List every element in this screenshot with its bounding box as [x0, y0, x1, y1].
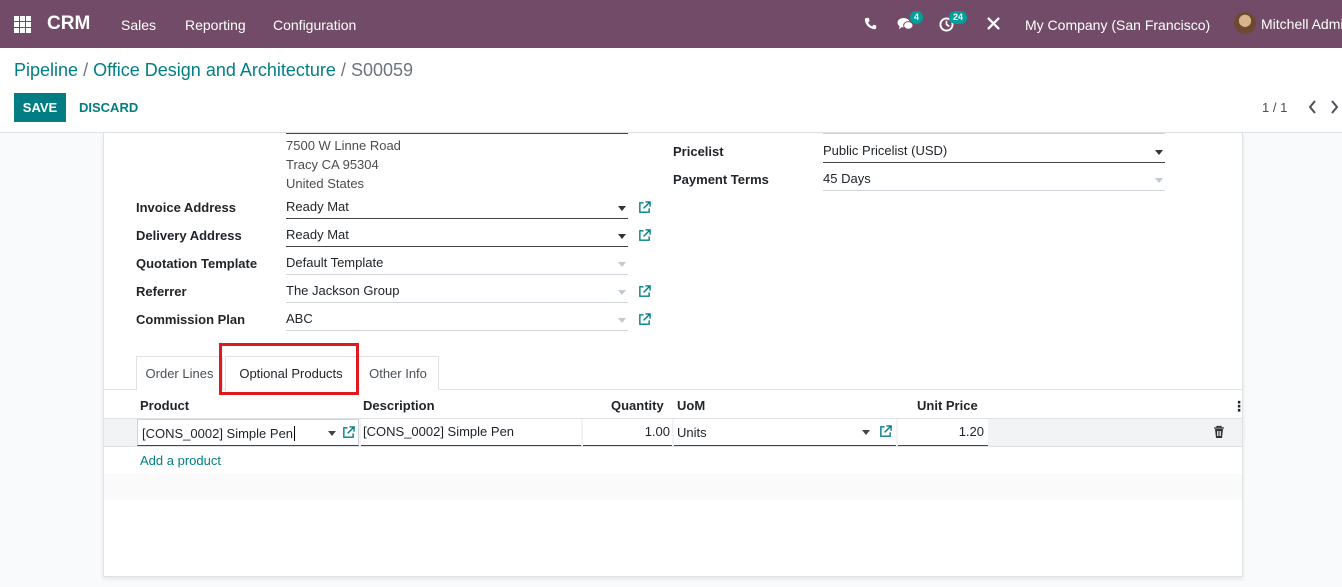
breadcrumb-opportunity[interactable]: Office Design and Architecture: [93, 60, 336, 80]
discard-button[interactable]: DISCARD: [79, 93, 138, 122]
chevron-down-icon[interactable]: [862, 430, 870, 435]
payment-terms-field[interactable]: 45 Days: [823, 169, 1165, 191]
breadcrumb-current: S00059: [350, 60, 414, 80]
description-value: [CONS_0002] Simple Pen: [363, 424, 515, 439]
external-link-icon[interactable]: [638, 313, 651, 326]
top-navbar: CRM Sales Reporting Configuration 4 24 M…: [0, 0, 1342, 48]
column-product[interactable]: Product: [140, 398, 189, 413]
column-options-icon[interactable]: ⋮: [1232, 398, 1246, 415]
invoice-address-label: Invoice Address: [136, 200, 236, 215]
trash-icon[interactable]: [1212, 425, 1226, 439]
referrer-field[interactable]: The Jackson Group: [286, 281, 628, 303]
table-footer: [104, 474, 1242, 500]
uom-input[interactable]: Units: [674, 419, 896, 446]
address-line: Tracy CA 95304: [286, 157, 379, 172]
chevron-down-icon[interactable]: [1155, 150, 1163, 155]
quantity-value: 1.00: [644, 424, 670, 439]
referrer-value: The Jackson Group: [286, 283, 400, 298]
control-panel: Pipeline / Office Design and Architectur…: [0, 48, 1342, 133]
menu-configuration[interactable]: Configuration: [273, 17, 356, 33]
column-uom[interactable]: UoM: [677, 398, 705, 413]
column-description[interactable]: Description: [363, 398, 435, 413]
column-quantity[interactable]: Quantity: [611, 398, 664, 413]
referrer-label: Referrer: [136, 284, 187, 299]
quotation-template-field[interactable]: Default Template: [286, 253, 628, 275]
quantity-input[interactable]: 1.00: [583, 419, 672, 446]
pricelist-field[interactable]: Public Pricelist (USD): [823, 141, 1165, 163]
unit-price-input[interactable]: 1.20: [898, 419, 988, 446]
delivery-address-label: Delivery Address: [136, 228, 242, 243]
invoice-address-field[interactable]: Ready Mat: [286, 197, 628, 219]
right-field-underline: [823, 133, 1165, 134]
external-link-icon[interactable]: [638, 201, 651, 214]
debug-tools-icon[interactable]: [987, 17, 1000, 30]
table-row-divider: [104, 446, 1242, 447]
tab-order-lines[interactable]: Order Lines: [136, 356, 223, 390]
external-link-icon[interactable]: [638, 285, 651, 298]
phone-icon[interactable]: [864, 17, 877, 30]
breadcrumb-separator: /: [340, 60, 346, 80]
app-switcher-icon[interactable]: [14, 16, 31, 33]
commission-plan-label: Commission Plan: [136, 312, 246, 327]
chevron-down-icon[interactable]: [328, 431, 336, 436]
pricelist-value: Public Pricelist (USD): [823, 143, 948, 158]
address-line: United States: [286, 176, 365, 191]
company-switcher[interactable]: My Company (San Francisco): [1025, 17, 1210, 33]
external-link-icon[interactable]: [638, 229, 651, 242]
menu-sales[interactable]: Sales: [121, 17, 156, 33]
chevron-down-icon[interactable]: [618, 234, 626, 239]
partner-field-underline: [286, 133, 628, 134]
delivery-address-value: Ready Mat: [286, 227, 349, 242]
chevron-left-icon[interactable]: [1308, 100, 1317, 114]
invoice-address-value: Ready Mat: [286, 199, 349, 214]
form-sheet: 7500 W Linne Road Tracy CA 95304 United …: [103, 133, 1246, 577]
menu-reporting[interactable]: Reporting: [185, 17, 246, 33]
breadcrumb-pipeline[interactable]: Pipeline: [14, 60, 78, 80]
highlight-annotation: [219, 343, 359, 395]
address-line: 7500 W Linne Road: [286, 138, 401, 153]
activities-badge: 24: [949, 11, 968, 24]
breadcrumb-separator: /: [83, 60, 89, 80]
external-link-icon[interactable]: [342, 426, 355, 439]
column-unit-price[interactable]: Unit Price: [917, 398, 978, 413]
pricelist-label: Pricelist: [673, 144, 724, 159]
quotation-template-label: Quotation Template: [136, 256, 258, 271]
chevron-down-icon[interactable]: [618, 206, 626, 211]
description-input[interactable]: [CONS_0002] Simple Pen: [361, 419, 581, 446]
payment-terms-value: 45 Days: [823, 171, 871, 186]
chevron-down-icon[interactable]: [618, 318, 626, 323]
messages-badge: 4: [910, 11, 924, 24]
unit-price-value: 1.20: [958, 424, 984, 439]
tab-other-info[interactable]: Other Info: [357, 356, 439, 390]
user-menu[interactable]: Mitchell Admin: [1261, 16, 1342, 32]
delivery-address-field[interactable]: Ready Mat: [286, 225, 628, 247]
chevron-right-icon[interactable]: [1330, 100, 1339, 114]
product-value: [CONS_0002] Simple Pen: [142, 426, 294, 441]
breadcrumb: Pipeline / Office Design and Architectur…: [14, 60, 413, 81]
payment-terms-label: Payment Terms: [673, 172, 769, 187]
commission-plan-value: ABC: [286, 311, 313, 326]
pager-value[interactable]: 1 / 1: [1262, 100, 1287, 115]
chevron-down-icon[interactable]: [618, 262, 626, 267]
uom-value: Units: [677, 425, 707, 440]
commission-plan-field[interactable]: ABC: [286, 309, 628, 331]
user-avatar[interactable]: [1234, 12, 1256, 34]
chevron-down-icon[interactable]: [618, 290, 626, 295]
save-button[interactable]: SAVE: [14, 93, 66, 122]
table-row: [CONS_0002] Simple Pen [CONS_0002] Simpl…: [104, 419, 1242, 447]
quotation-template-value: Default Template: [286, 255, 384, 270]
product-input[interactable]: [CONS_0002] Simple Pen: [137, 419, 359, 446]
chevron-down-icon[interactable]: [1155, 178, 1163, 183]
external-link-icon[interactable]: [879, 425, 892, 438]
app-brand[interactable]: CRM: [47, 13, 90, 35]
add-product-link[interactable]: Add a product: [140, 453, 221, 468]
